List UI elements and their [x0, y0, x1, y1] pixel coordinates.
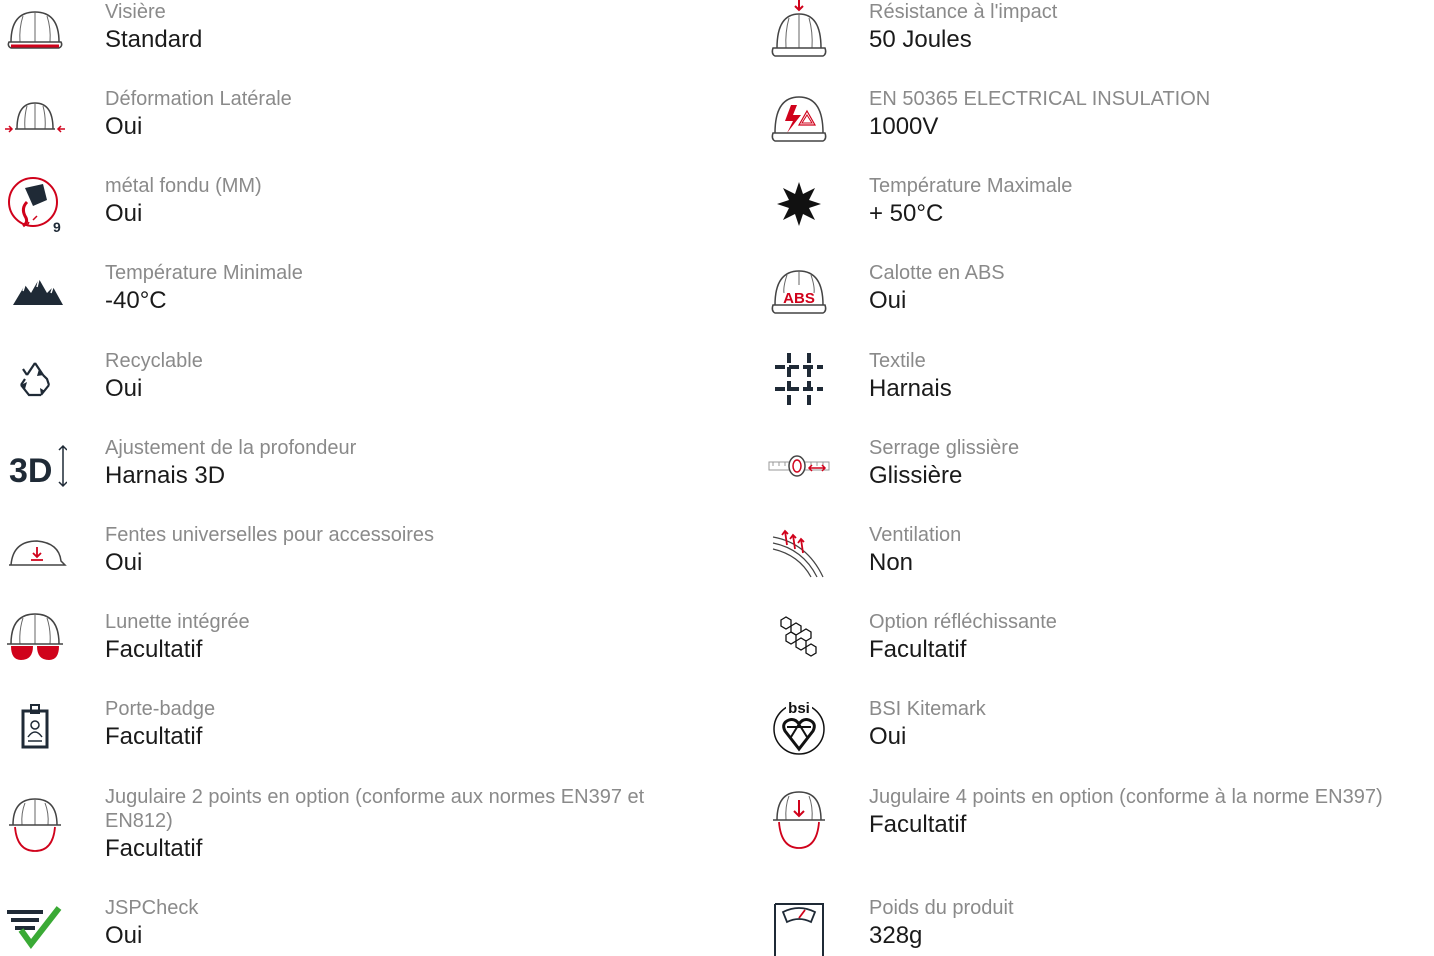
molten-number: 9	[53, 219, 61, 234]
feature-label: EN 50365 ELECTRICAL INSULATION	[869, 88, 1211, 110]
impact-resistance-icon	[764, 0, 834, 60]
feature-label: Température Maximale	[869, 175, 1073, 197]
feature-label: Lunette intégrée	[105, 611, 250, 633]
feature-value: 50 Joules	[869, 26, 972, 53]
feature-value: Non	[869, 549, 914, 576]
feature-value: Facultatif	[105, 723, 203, 750]
feature-label: Porte-badge	[105, 698, 216, 720]
feature-label: Recyclable	[105, 350, 203, 372]
feature-value: 328g	[869, 922, 923, 949]
feature-label: Serrage glissière	[869, 437, 1020, 459]
feature-value: Oui	[869, 723, 907, 750]
feature-value: -40°C	[105, 287, 167, 314]
ventilation-icon	[764, 523, 834, 583]
feature-label: Textile	[869, 350, 926, 372]
integrated-eyewear-icon	[0, 610, 70, 670]
weight-scale-icon	[764, 900, 834, 956]
helmet-visor-icon	[0, 0, 70, 60]
feature-value: Facultatif	[869, 811, 967, 838]
mountains-icon	[0, 261, 70, 321]
feature-label: Ventilation	[869, 524, 962, 546]
textile-icon	[764, 349, 834, 409]
molten-metal-icon: 9	[0, 174, 70, 234]
feature-value: Oui	[105, 922, 143, 949]
feature-label: Option réfléchissante	[869, 611, 1057, 633]
feature-label: Résistance à l'impact	[869, 1, 1058, 23]
feature-label: Température Minimale	[105, 262, 303, 284]
feature-label: BSI Kitemark	[869, 698, 986, 720]
recycle-icon	[0, 349, 70, 409]
accessory-slot-icon	[0, 523, 70, 583]
3d-depth-icon: 3D	[0, 436, 70, 496]
badge-holder-icon	[0, 697, 70, 757]
chinstrap-2pt-icon	[0, 795, 70, 855]
chinstrap-4pt-icon	[764, 790, 834, 850]
feature-label: JSPCheck	[105, 897, 199, 919]
feature-label: métal fondu (MM)	[105, 175, 262, 197]
jspcheck-icon	[0, 896, 70, 956]
bsi-kitemark-icon: bsi	[764, 697, 834, 757]
feature-label: Jugulaire 2 points en option (conforme a…	[105, 786, 645, 832]
feature-label: Ajustement de la profondeur	[105, 437, 357, 459]
feature-label: Jugulaire 4 points en option (conforme à…	[869, 786, 1383, 808]
feature-value: Oui	[105, 549, 143, 576]
feature-value: Oui	[105, 200, 143, 227]
feature-value: 1000V	[869, 113, 939, 140]
feature-value: Standard	[105, 26, 203, 53]
feature-value: Facultatif	[105, 636, 203, 663]
reflective-icon	[764, 610, 834, 670]
feature-value: + 50°C	[869, 200, 944, 227]
feature-label: Poids du produit	[869, 897, 1014, 919]
abs-text: ABS	[783, 290, 815, 307]
feature-value: Harnais	[869, 375, 952, 402]
abs-shell-icon: ABS	[764, 261, 834, 321]
feature-value: Oui	[105, 375, 143, 402]
feature-value: Facultatif	[869, 636, 967, 663]
feature-value: Facultatif	[105, 835, 203, 862]
three-d-text: 3D	[9, 452, 52, 490]
slide-adjust-icon	[764, 436, 834, 496]
electrical-insulation-icon	[764, 87, 834, 147]
feature-value: Oui	[105, 113, 143, 140]
feature-value: Oui	[869, 287, 907, 314]
feature-label: Déformation Latérale	[105, 88, 292, 110]
feature-value: Harnais 3D	[105, 462, 226, 489]
feature-label: Calotte en ABS	[869, 262, 1005, 284]
feature-value: Glissière	[869, 462, 963, 489]
feature-label: Fentes universelles pour accessoires	[105, 524, 435, 546]
feature-label: Visière	[105, 1, 166, 23]
sun-icon	[764, 174, 834, 234]
bsi-text: bsi	[788, 700, 810, 717]
lateral-deformation-icon	[0, 87, 70, 147]
